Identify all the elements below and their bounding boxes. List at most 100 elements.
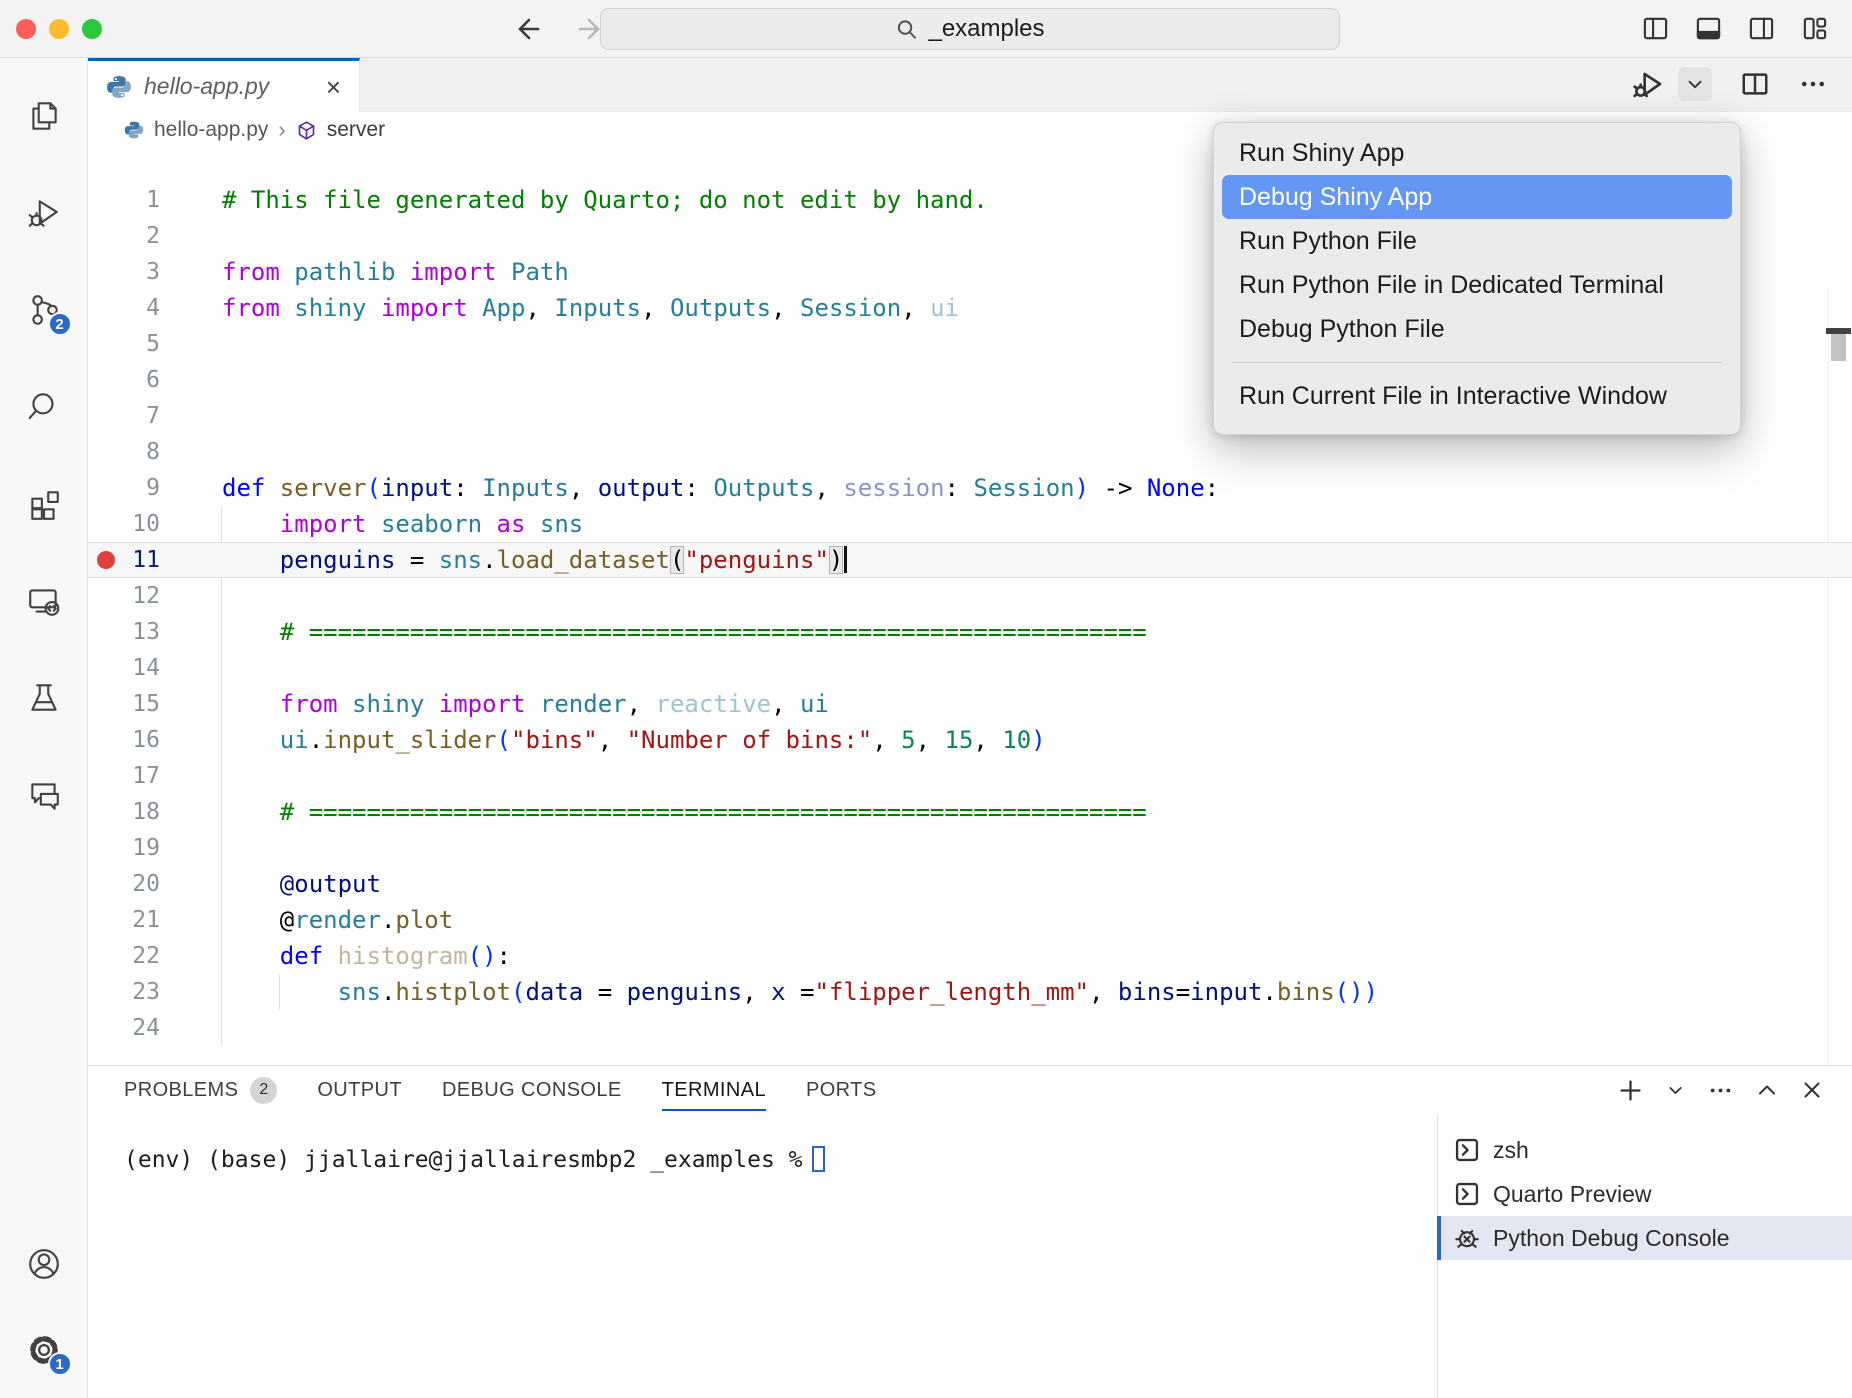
code-line[interactable]: 10 import seaborn as sns <box>88 506 1852 542</box>
code-line[interactable]: 22 def histogram(): <box>88 938 1852 974</box>
menu-item[interactable]: Run Python File <box>1222 219 1732 263</box>
panel-tab-problems[interactable]: PROBLEMS2 <box>124 1066 277 1114</box>
toggle-primary-sidebar-icon[interactable] <box>1642 15 1669 42</box>
menu-item[interactable]: Run Shiny App <box>1222 131 1732 175</box>
breakpoint-icon[interactable] <box>97 551 115 569</box>
terminal-cursor <box>812 1146 825 1172</box>
line-number: 14 <box>88 650 160 686</box>
code-line[interactable]: 12 <box>88 578 1852 614</box>
code-text: # This file generated by Quarto; do not … <box>222 182 988 218</box>
line-number: 16 <box>88 722 160 758</box>
customize-layout-icon[interactable] <box>1801 15 1828 42</box>
search-icon[interactable] <box>26 389 62 425</box>
code-line[interactable]: 15 from shiny import render, reactive, u… <box>88 686 1852 722</box>
code-line[interactable]: 17 <box>88 758 1852 794</box>
terminal-icon <box>1453 1180 1481 1208</box>
terminal-list-item[interactable]: Python Debug Console <box>1438 1216 1852 1260</box>
account-icon[interactable] <box>26 1246 62 1282</box>
line-number: 13 <box>88 614 160 650</box>
settings-badge: 1 <box>48 1352 72 1376</box>
breadcrumb-separator: › <box>278 117 285 143</box>
code-line[interactable]: 13 # ===================================… <box>88 614 1852 650</box>
code-line[interactable]: 14 <box>88 650 1852 686</box>
bottom-panel: PROBLEMS2 OUTPUT DEBUG CONSOLE TERMINAL PORT… <box>88 1065 1852 1398</box>
line-number: 22 <box>88 938 160 974</box>
testing-icon[interactable] <box>26 680 62 716</box>
panel-tab-output[interactable]: OUTPUT <box>317 1066 402 1114</box>
menu-item[interactable]: Run Current File in Interactive Window <box>1222 374 1732 418</box>
code-line[interactable]: 11 penguins = sns.load_dataset("penguins… <box>88 542 1852 578</box>
breadcrumb-symbol[interactable]: server <box>327 118 385 142</box>
run-or-debug-icon[interactable] <box>1632 68 1664 100</box>
code-text: def server(input: Inputs, output: Output… <box>222 470 1219 506</box>
panel-more-icon[interactable] <box>1707 1077 1734 1104</box>
new-terminal-icon[interactable] <box>1617 1077 1644 1104</box>
line-number: 24 <box>88 1010 160 1046</box>
line-number: 2 <box>88 218 160 254</box>
terminal-list-item[interactable]: zsh <box>1438 1128 1852 1172</box>
code-line[interactable]: 20 @output <box>88 866 1852 902</box>
settings-gear-icon[interactable]: 1 <box>26 1332 62 1368</box>
panel-tab-ports[interactable]: PORTS <box>806 1066 877 1114</box>
terminal-list-label: zsh <box>1493 1137 1529 1164</box>
close-panel-icon[interactable] <box>1800 1078 1824 1102</box>
search-icon <box>895 18 918 41</box>
code-line[interactable]: 24 <box>88 1010 1852 1046</box>
minimize-window-button[interactable] <box>49 19 69 39</box>
terminal-output[interactable]: (env) (base) jjallaire@jjallairesmbp2 _e… <box>88 1114 1437 1398</box>
code-text: @output <box>222 866 381 902</box>
terminal-list-item[interactable]: Quarto Preview <box>1438 1172 1852 1216</box>
run-and-debug-icon[interactable] <box>26 195 62 231</box>
split-editor-icon[interactable] <box>1740 69 1770 99</box>
line-number: 8 <box>88 434 160 470</box>
line-number: 12 <box>88 578 160 614</box>
menu-item[interactable]: Run Python File in Dedicated Terminal <box>1222 263 1732 307</box>
breadcrumb-file[interactable]: hello-app.py <box>154 118 268 142</box>
source-control-badge: 2 <box>48 312 72 336</box>
more-actions-icon[interactable] <box>1798 69 1828 99</box>
remote-explorer-icon[interactable] <box>26 583 62 619</box>
code-line[interactable]: 23 sns.histplot(data = penguins, x ="fli… <box>88 974 1852 1010</box>
titlebar: _examples <box>0 0 1852 58</box>
back-icon[interactable] <box>510 12 544 46</box>
close-window-button[interactable] <box>16 19 36 39</box>
menu-item[interactable]: Debug Python File <box>1222 307 1732 351</box>
panel-tab-debug-console[interactable]: DEBUG CONSOLE <box>442 1066 622 1114</box>
chat-icon[interactable] <box>26 777 62 813</box>
window-controls <box>16 19 102 39</box>
code-text: @render.plot <box>222 902 453 938</box>
code-line[interactable]: 9def server(input: Inputs, output: Outpu… <box>88 470 1852 506</box>
run-dropdown-chevron-icon[interactable] <box>1678 67 1712 101</box>
code-line[interactable]: 19 <box>88 830 1852 866</box>
tab-hello-app[interactable]: hello-app.py × <box>88 58 360 112</box>
line-number: 7 <box>88 398 160 434</box>
toggle-secondary-sidebar-icon[interactable] <box>1748 15 1775 42</box>
code-text: from shiny import render, reactive, ui <box>222 686 829 722</box>
explorer-icon[interactable] <box>26 98 62 134</box>
line-number: 21 <box>88 902 160 938</box>
code-line[interactable]: 8 <box>88 434 1852 470</box>
code-text: from shiny import App, Inputs, Outputs, … <box>222 290 959 326</box>
tab-close-icon[interactable]: × <box>326 74 341 100</box>
toggle-panel-icon[interactable] <box>1695 15 1722 42</box>
code-text: ui.input_slider("bins", "Number of bins:… <box>222 722 1046 758</box>
source-control-icon[interactable]: 2 <box>26 292 62 328</box>
code-text: # ======================================… <box>222 614 1147 650</box>
extensions-icon[interactable] <box>26 486 62 522</box>
terminal-prompt: (env) (base) jjallaire@jjallairesmbp2 _e… <box>124 1147 803 1173</box>
terminal-list: zsh Quarto PreviewPython Debug Console <box>1437 1114 1852 1398</box>
terminal-dropdown-chevron-icon[interactable] <box>1665 1080 1686 1101</box>
line-number: 5 <box>88 326 160 362</box>
zoom-window-button[interactable] <box>82 19 102 39</box>
command-center-search[interactable]: _examples <box>600 8 1340 50</box>
code-line[interactable]: 18 # ===================================… <box>88 794 1852 830</box>
line-number: 3 <box>88 254 160 290</box>
code-line[interactable]: 21 @render.plot <box>88 902 1852 938</box>
menu-item[interactable]: Debug Shiny App <box>1222 175 1732 219</box>
bug-icon <box>1453 1224 1481 1252</box>
python-file-icon <box>106 74 132 100</box>
terminal-icon <box>1453 1136 1481 1164</box>
maximize-panel-icon[interactable] <box>1755 1078 1779 1102</box>
code-line[interactable]: 16 ui.input_slider("bins", "Number of bi… <box>88 722 1852 758</box>
panel-tab-terminal[interactable]: TERMINAL <box>662 1066 766 1114</box>
